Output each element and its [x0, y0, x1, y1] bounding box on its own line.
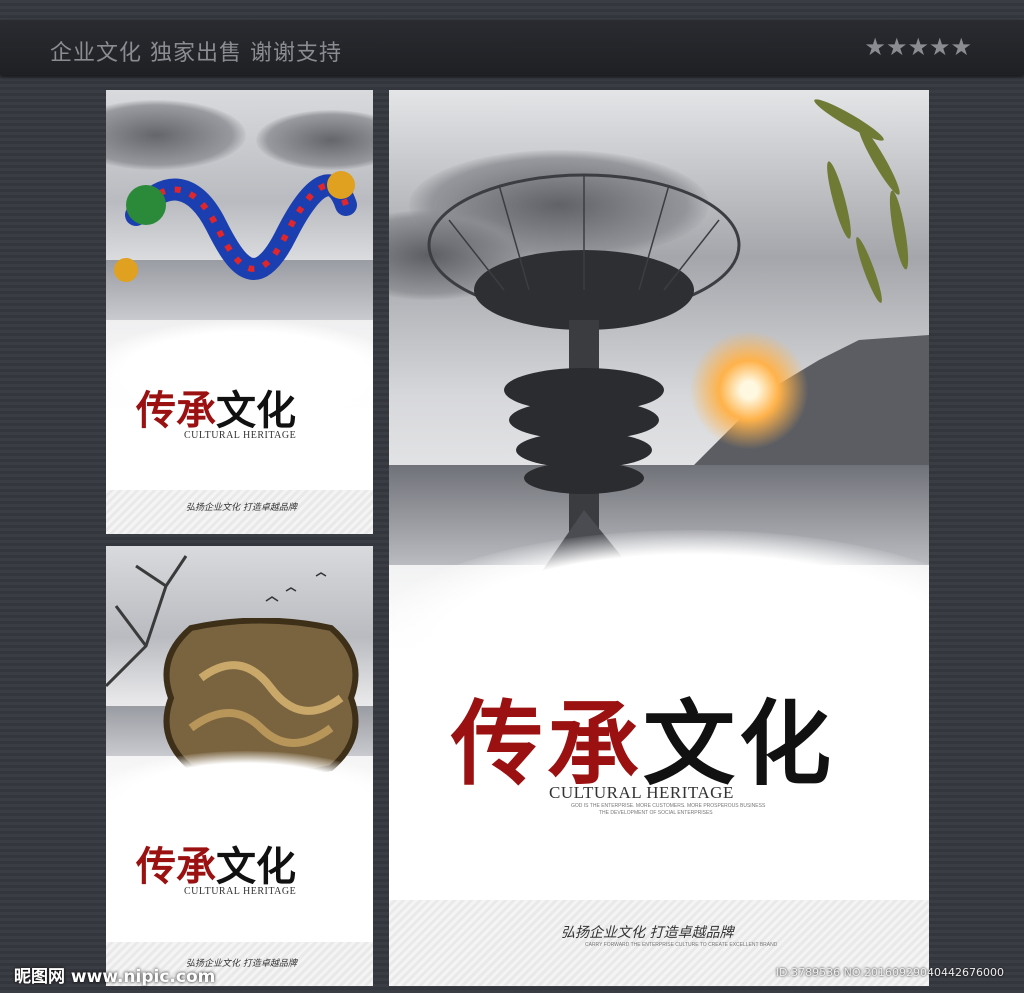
poster-title: 传承文化: [136, 834, 296, 892]
poster-carving: 传承文化 CULTURAL HERITAGE 弘扬企业文化 打造卓越品牌: [106, 546, 373, 986]
watermark-site: 昵图网 www.nipic.com: [14, 967, 216, 987]
title-red: 传承: [451, 690, 644, 798]
poster-slogan: 弘扬企业文化 打造卓越品牌: [561, 925, 734, 941]
header-title: 企业文化 独家出售 谢谢支持: [50, 41, 342, 66]
bamboo-leaves-icon: [814, 99, 909, 303]
title-red: 传承: [136, 387, 216, 434]
poster-english-title: CULTURAL HERITAGE: [184, 430, 297, 441]
watermark-id: ID:3789536 NO:20160929040442676000: [775, 966, 1004, 979]
poster-english-title: CULTURAL HERITAGE: [184, 886, 297, 897]
poster-subtext-2: THE DEVELOPMENT OF SOCIAL ENTERPRISES: [599, 810, 713, 816]
title-black: 文化: [643, 690, 836, 798]
header-bar: 企业文化 独家出售 谢谢支持 ★★★★★: [0, 20, 1024, 75]
poster-english-title: CULTURAL HERITAGE: [549, 783, 734, 802]
poster-dragon: 传承文化 CULTURAL HERITAGE 弘扬企业文化 打造卓越品牌: [106, 90, 373, 534]
title-black: 文化: [216, 387, 296, 434]
title-red: 传承: [136, 843, 216, 890]
title-black: 文化: [216, 843, 296, 890]
dragon-icon: [114, 171, 357, 282]
poster-slogan-sub: CARRY FORWARD THE ENTERPRISE CULTURE TO …: [585, 942, 778, 948]
rating-stars-icon: ★★★★★: [864, 33, 972, 61]
poster-slogan: 弘扬企业文化 打造卓越品牌: [186, 503, 297, 513]
poster-subtext-1: GOD IS THE ENTERPRISE. MORE CUSTOMERS. M…: [571, 803, 766, 809]
tower-icon: [427, 173, 741, 590]
poster-title: 传承文化: [136, 378, 296, 436]
poster-tower: 传承文化 CULTURAL HERITAGE GOD IS THE ENTERP…: [389, 90, 929, 986]
